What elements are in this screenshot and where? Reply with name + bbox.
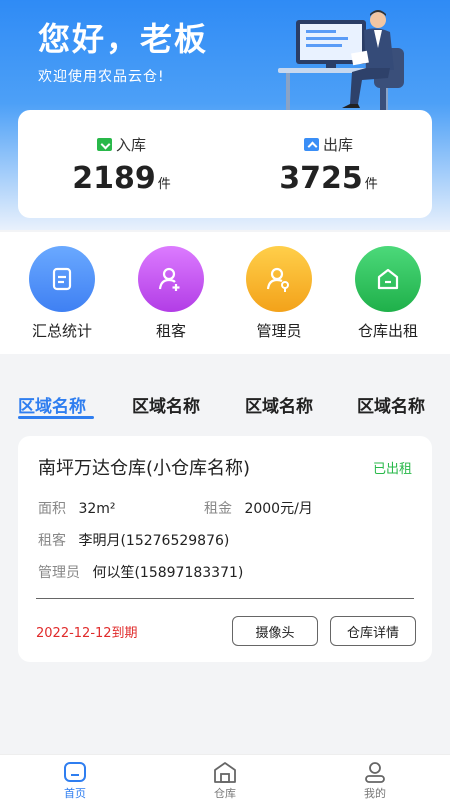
quick-summary-stats[interactable]: 汇总统计: [12, 246, 112, 341]
quick-label: 汇总统计: [31, 322, 92, 340]
inbound-value: 2189: [72, 161, 156, 196]
warehouse-card[interactable]: 南坪万达仓库(小仓库名称) 已出租 面积 32m² 租金 2000元/月 租客 …: [18, 436, 432, 662]
rent-value: 2000元/月: [244, 501, 313, 517]
nav-home[interactable]: 首页: [45, 759, 105, 800]
rent-label: 租金: [204, 501, 232, 517]
camera-button[interactable]: 摄像头: [232, 616, 318, 646]
tab-area-3[interactable]: 区域名称: [245, 392, 313, 417]
warehouse-list-section: 区域名称 区域名称 区域名称 区域名称 南坪万达仓库(小仓库名称) 已出租 面积…: [0, 366, 450, 754]
nav-profile[interactable]: 我的: [345, 759, 405, 800]
stock-summary-card: 入库 2189 件 出库 3725 件: [18, 110, 432, 218]
status-badge: 已出租: [372, 462, 412, 477]
inbound-stat[interactable]: 入库 2189 件: [18, 134, 225, 196]
outbound-label: 出库: [322, 136, 353, 154]
nav-home-label: 首页: [64, 787, 86, 800]
outbound-value: 3725: [279, 161, 363, 196]
quick-tenant[interactable]: 租客: [121, 246, 221, 341]
greeting-subtitle: 欢迎使用农品云仓!: [38, 69, 165, 85]
quick-label: 租客: [155, 322, 186, 340]
admin-row: 管理员 何以笙(15897183371): [38, 562, 243, 582]
tab-area-4[interactable]: 区域名称: [357, 392, 425, 417]
card-divider: [36, 598, 414, 599]
outbound-stat[interactable]: 出库 3725 件: [225, 134, 432, 196]
nav-warehouse-label: 仓库: [214, 787, 236, 800]
inbound-unit: 件: [157, 177, 171, 192]
expire-date: 2022-12-12到期: [36, 626, 138, 641]
area-label: 面积: [38, 501, 66, 517]
rent-row: 租金 2000元/月: [204, 498, 313, 518]
tab-area-1[interactable]: 区域名称: [18, 392, 86, 417]
warehouse-icon: [214, 762, 236, 783]
area-value: 32m²: [78, 501, 116, 517]
quick-admin[interactable]: 管理员: [229, 246, 329, 341]
tenant-row: 租客 李明月(15276529876): [38, 530, 229, 550]
nav-profile-label: 我的: [364, 787, 386, 800]
outbound-box-icon: [303, 138, 319, 151]
tenant-value: 李明月(15276529876): [78, 533, 230, 549]
warehouse-name: 南坪万达仓库(小仓库名称): [38, 458, 251, 479]
add-user-icon: [158, 267, 180, 291]
bottom-navigation: 首页 仓库 我的: [0, 754, 450, 800]
quick-label: 管理员: [256, 322, 302, 340]
admin-value: 何以笙(15897183371): [92, 565, 244, 581]
warehouse-detail-button[interactable]: 仓库详情: [330, 616, 416, 646]
quick-warehouse-rent[interactable]: 仓库出租: [338, 246, 438, 341]
tenant-label: 租客: [38, 533, 66, 549]
home-icon: [64, 762, 86, 782]
document-icon: [52, 267, 72, 291]
profile-icon: [365, 762, 385, 783]
active-tab-indicator: [18, 416, 94, 419]
outbound-unit: 件: [364, 177, 378, 192]
warehouse-home-icon: [377, 268, 399, 290]
admin-label: 管理员: [38, 565, 80, 581]
quick-label: 仓库出租: [357, 322, 418, 340]
businessman-illustration: [278, 10, 404, 115]
inbound-box-icon: [96, 138, 112, 151]
area-tabs: 区域名称 区域名称 区域名称 区域名称: [0, 366, 450, 422]
tab-area-2[interactable]: 区域名称: [132, 392, 200, 417]
nav-warehouse[interactable]: 仓库: [195, 759, 255, 800]
area-row: 面积 32m²: [38, 498, 116, 518]
admin-user-icon: [266, 267, 289, 292]
greeting-title: 您好，老板: [38, 20, 209, 58]
inbound-label: 入库: [115, 136, 146, 154]
quick-actions-panel: 汇总统计 租客 管理员 仓库出租: [0, 232, 450, 354]
